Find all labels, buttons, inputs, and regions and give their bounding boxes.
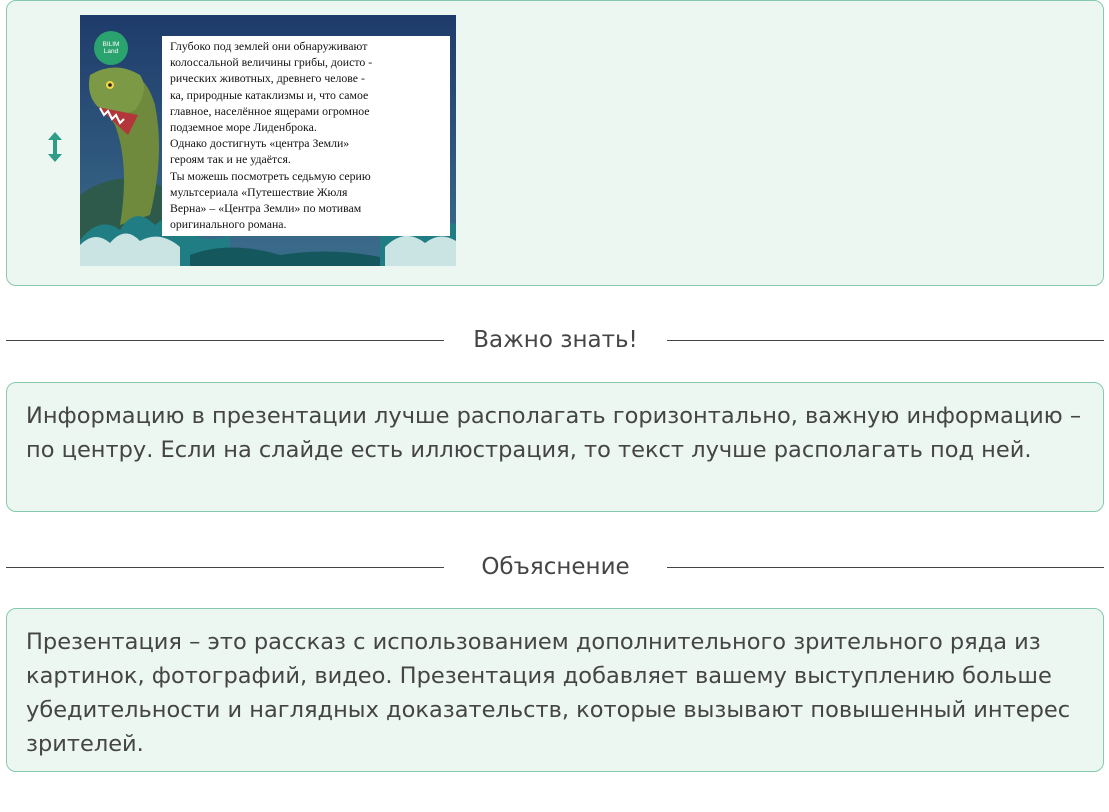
- divider-line-right: [667, 340, 1104, 341]
- explanation-text: Презентация – это рассказ с использовани…: [26, 629, 1071, 757]
- important-text: Информацию в презентации лучше располага…: [26, 403, 1082, 463]
- section-heading-important: Важно знать!: [473, 327, 638, 353]
- explanation-card: Презентация – это рассказ с использовани…: [6, 608, 1104, 772]
- drag-handle-icon[interactable]: [44, 130, 66, 164]
- bilimland-logo: BILIM Land: [94, 31, 128, 65]
- slide-text: Глубоко под землей они обнаруживают коло…: [162, 36, 450, 236]
- logo-line-1: BILIM: [102, 41, 120, 48]
- divider-line-left: [6, 567, 444, 568]
- divider-line-right: [667, 567, 1104, 568]
- divider-line-left: [6, 340, 444, 341]
- slide-image: BILIM Land Глубоко под землей они обнару…: [80, 15, 456, 266]
- section-heading-explanation: Объяснение: [481, 554, 630, 580]
- logo-line-2: Land: [103, 48, 119, 55]
- answer-item-card[interactable]: BILIM Land Глубоко под землей они обнару…: [6, 0, 1104, 286]
- important-card: Информацию в презентации лучше располага…: [6, 382, 1104, 512]
- section-divider-important: Важно знать!: [6, 320, 1104, 360]
- section-divider-explanation: Объяснение: [6, 547, 1104, 587]
